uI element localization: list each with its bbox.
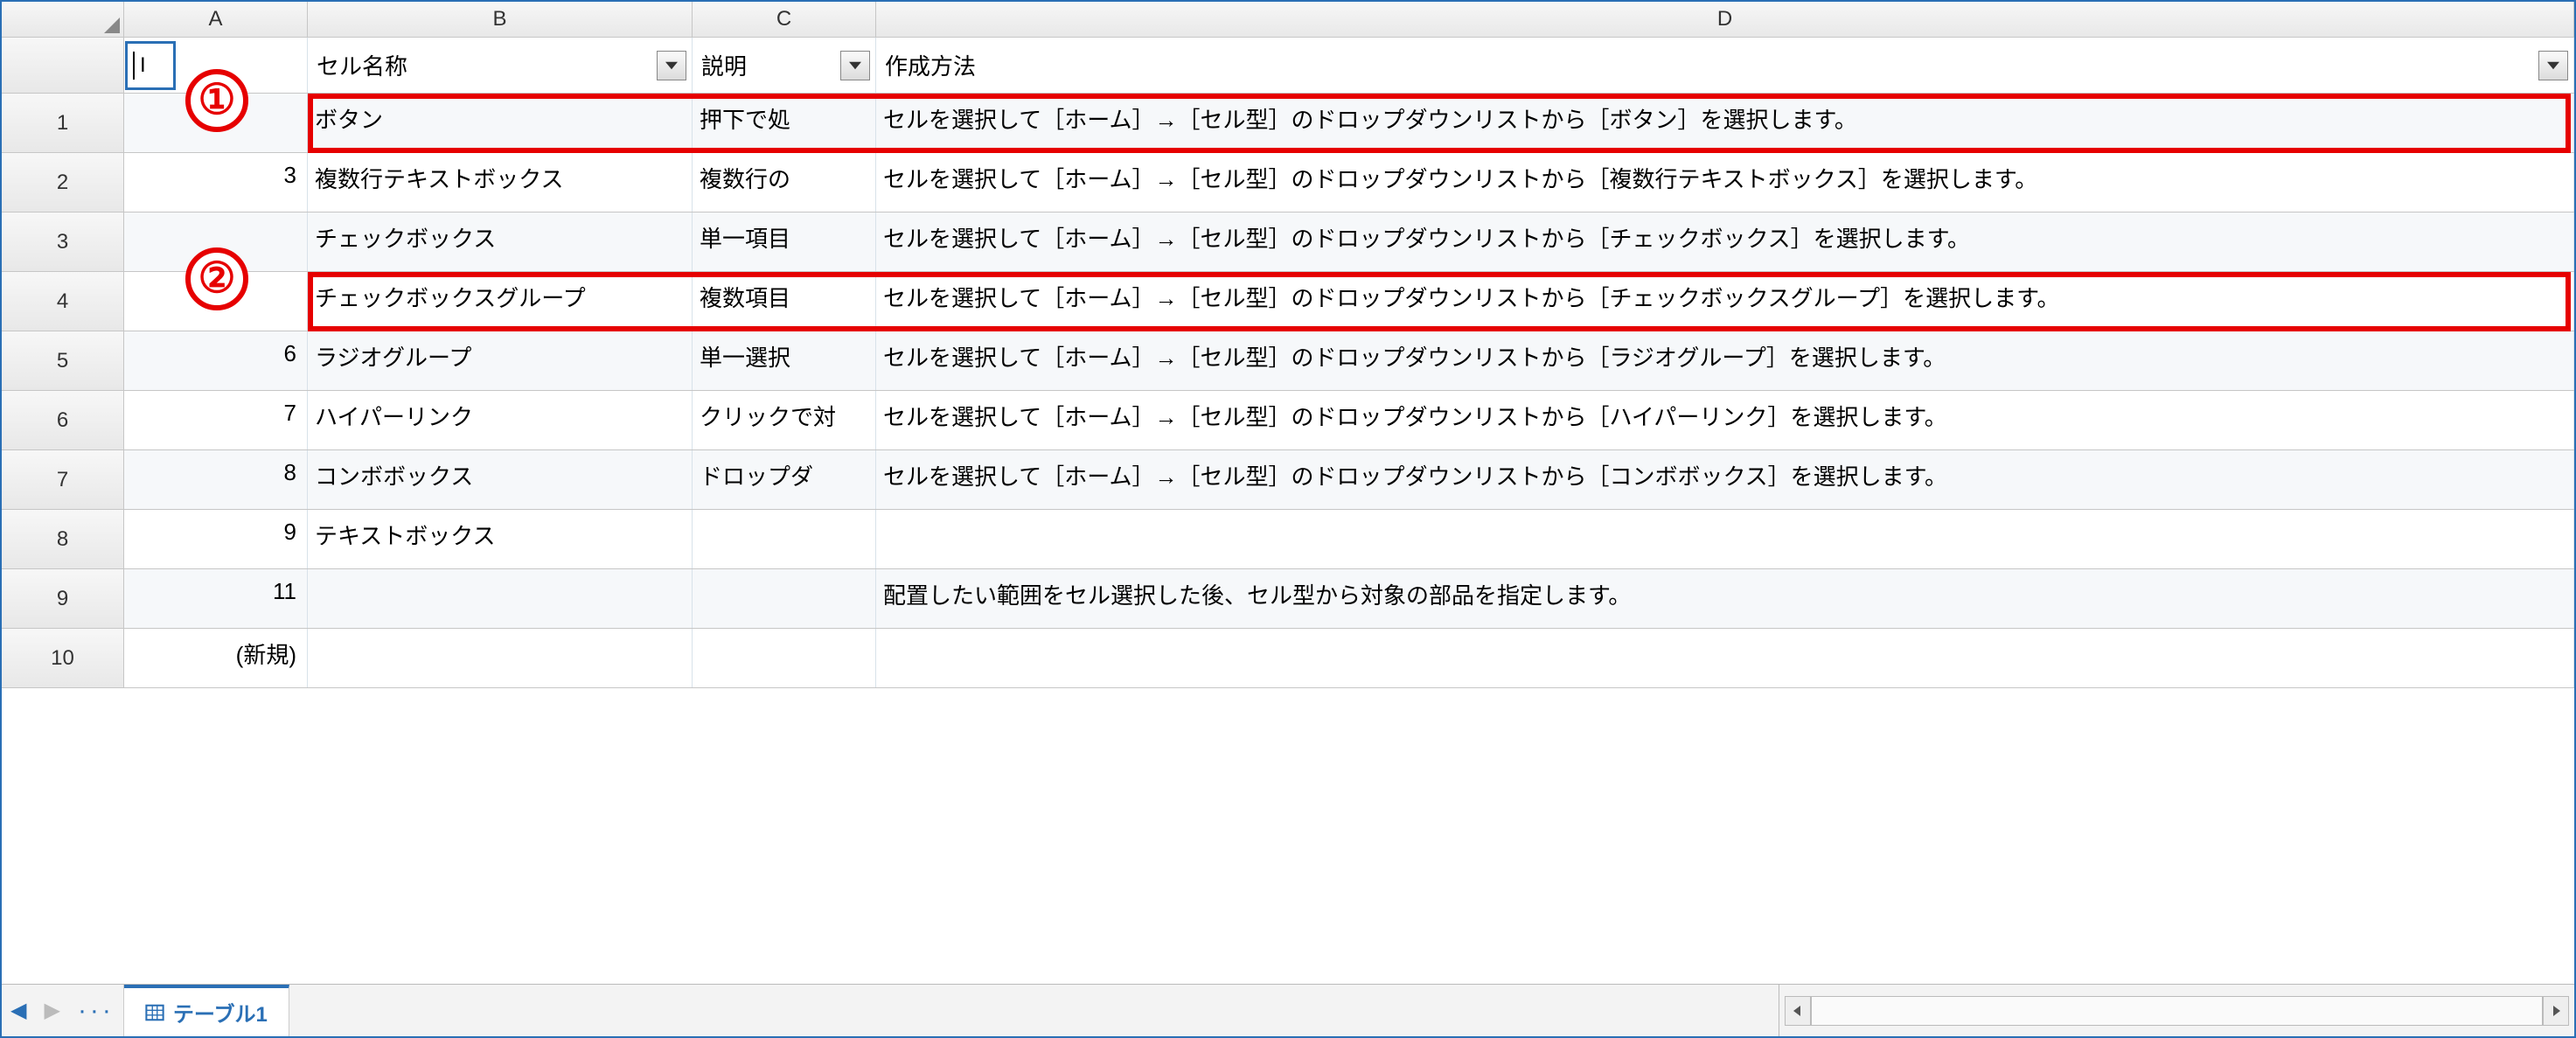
table-filter-row: セル名称 説明 作成方法 <box>2 38 2574 94</box>
filter-cell-C[interactable]: 説明 <box>693 38 876 93</box>
cell[interactable] <box>876 510 2574 568</box>
filter-cell-B[interactable]: セル名称 <box>308 38 693 93</box>
table-row: 5 6 ラジオグループ 単一選択 セルを選択して［ホーム］→［セル型］のドロップ… <box>2 331 2574 391</box>
cell[interactable]: 単一選択 <box>693 331 876 390</box>
filter-cell-D[interactable]: 作成方法 <box>876 38 2574 93</box>
cell[interactable]: 8 <box>124 450 308 509</box>
table-row: 8 9 テキストボックス <box>2 510 2574 569</box>
sheet-tab-bar: ◀ ▶ ··· テーブル1 <box>2 984 2574 1036</box>
cell[interactable]: ハイパーリンク <box>308 391 693 449</box>
col-header-B[interactable]: B <box>308 2 693 37</box>
column-header-row: A B C D <box>2 2 2574 38</box>
table-row: 9 11 配置したい範囲をセル選択した後、セル型から対象の部品を指定します。 <box>2 569 2574 629</box>
tab-nav-group: ◀ ▶ ··· <box>2 985 124 1036</box>
filter-label-B: セル名称 <box>313 49 653 81</box>
cell[interactable]: セルを選択して［ホーム］→［セル型］のドロップダウンリストから［コンボボックス］… <box>876 450 2574 509</box>
cell[interactable]: セルを選択して［ホーム］→［セル型］のドロップダウンリストから［チェックボックス… <box>876 272 2574 331</box>
cell[interactable] <box>124 94 308 152</box>
cell[interactable]: チェックボックスグループ <box>308 272 693 331</box>
grid-body: I セル名称 説明 作成方法 1 ボタン 押下で処 セルを選 <box>2 38 2574 688</box>
table-row: 7 8 コンボボックス ドロップダ セルを選択して［ホーム］→［セル型］のドロッ… <box>2 450 2574 510</box>
col-header-C[interactable]: C <box>693 2 876 37</box>
filter-label-C: 説明 <box>698 49 837 81</box>
cell[interactable]: 配置したい範囲をセル選択した後、セル型から対象の部品を指定します。 <box>876 569 2574 628</box>
cell[interactable] <box>308 569 693 628</box>
editor-label: I <box>140 53 146 78</box>
row-header[interactable]: 1 <box>2 94 124 152</box>
row-header[interactable]: 5 <box>2 331 124 390</box>
cell[interactable]: 9 <box>124 510 308 568</box>
cell[interactable]: セルを選択して［ホーム］→［セル型］のドロップダウンリストから［ラジオグループ］… <box>876 331 2574 390</box>
filter-dropdown-C[interactable] <box>840 51 870 80</box>
table-row: 6 7 ハイパーリンク クリックで対 セルを選択して［ホーム］→［セル型］のドロ… <box>2 391 2574 450</box>
select-all-corner[interactable] <box>2 2 124 37</box>
cell[interactable] <box>124 212 308 271</box>
cell[interactable]: ラジオグループ <box>308 331 693 390</box>
cell[interactable]: ドロップダ <box>693 450 876 509</box>
table-row: 4 チェックボックスグループ 複数項目 セルを選択して［ホーム］→［セル型］のド… <box>2 272 2574 331</box>
tab-prev-button[interactable]: ◀ <box>10 998 26 1023</box>
scroll-right-button[interactable] <box>2543 996 2569 1026</box>
cell[interactable]: 11 <box>124 569 308 628</box>
cell[interactable]: 複数行の <box>693 153 876 212</box>
tab-next-button[interactable]: ▶ <box>44 998 59 1023</box>
filter-label-D: 作成方法 <box>881 49 2535 81</box>
cell[interactable] <box>308 629 693 687</box>
row-header[interactable]: 8 <box>2 510 124 568</box>
filter-dropdown-B[interactable] <box>657 51 686 80</box>
cell[interactable]: セルを選択して［ホーム］→［セル型］のドロップダウンリストから［ハイパーリンク］… <box>876 391 2574 449</box>
cell[interactable]: 単一項目 <box>693 212 876 271</box>
cell[interactable]: コンボボックス <box>308 450 693 509</box>
table-row: 1 ボタン 押下で処 セルを選択して［ホーム］→［セル型］のドロップダウンリスト… <box>2 94 2574 153</box>
cell[interactable]: チェックボックス <box>308 212 693 271</box>
cell[interactable]: セルを選択して［ホーム］→［セル型］のドロップダウンリストから［チェックボックス… <box>876 212 2574 271</box>
filter-dropdown-D[interactable] <box>2538 51 2568 80</box>
scroll-left-button[interactable] <box>1785 996 1811 1026</box>
row-header[interactable]: 10 <box>2 629 124 687</box>
cell[interactable]: 複数行テキストボックス <box>308 153 693 212</box>
cell[interactable]: 複数項目 <box>693 272 876 331</box>
sheet-tab-active[interactable]: テーブル1 <box>124 985 289 1036</box>
row-header[interactable]: 9 <box>2 569 124 628</box>
table-row: 2 3 複数行テキストボックス 複数行の セルを選択して［ホーム］→［セル型］の… <box>2 153 2574 212</box>
cell[interactable] <box>693 510 876 568</box>
scroll-track[interactable] <box>1811 996 2543 1026</box>
cell[interactable]: 3 <box>124 153 308 212</box>
col-header-D[interactable]: D <box>876 2 2574 37</box>
tab-spacer <box>289 985 1779 1036</box>
cell[interactable]: テキストボックス <box>308 510 693 568</box>
sheet-tab-label: テーブル1 <box>173 997 268 1028</box>
active-cell-editor[interactable]: I <box>125 41 176 90</box>
cell[interactable] <box>876 629 2574 687</box>
row-header[interactable]: 2 <box>2 153 124 212</box>
cell[interactable]: 7 <box>124 391 308 449</box>
table-row: 10 (新規) <box>2 629 2574 688</box>
text-caret <box>133 52 135 80</box>
cell[interactable]: クリックで対 <box>693 391 876 449</box>
cell[interactable]: セルを選択して［ホーム］→［セル型］のドロップダウンリストから［ボタン］を選択し… <box>876 94 2574 152</box>
row-header[interactable]: 6 <box>2 391 124 449</box>
cell[interactable]: セルを選択して［ホーム］→［セル型］のドロップダウンリストから［複数行テキストボ… <box>876 153 2574 212</box>
cell[interactable] <box>693 569 876 628</box>
row-header-filter[interactable] <box>2 38 124 93</box>
row-header[interactable]: 7 <box>2 450 124 509</box>
tab-more-button[interactable]: ··· <box>78 996 115 1026</box>
table-icon <box>145 1003 164 1022</box>
cell[interactable]: 押下で処 <box>693 94 876 152</box>
cell[interactable]: 6 <box>124 331 308 390</box>
cell[interactable]: ボタン <box>308 94 693 152</box>
cell[interactable]: (新規) <box>124 629 308 687</box>
cell[interactable] <box>693 629 876 687</box>
col-header-A[interactable]: A <box>124 2 308 37</box>
row-header[interactable]: 3 <box>2 212 124 271</box>
row-header[interactable]: 4 <box>2 272 124 331</box>
horizontal-scrollbar[interactable] <box>1779 985 2574 1036</box>
cell[interactable] <box>124 272 308 331</box>
table-row: 3 チェックボックス 単一項目 セルを選択して［ホーム］→［セル型］のドロップダ… <box>2 212 2574 272</box>
